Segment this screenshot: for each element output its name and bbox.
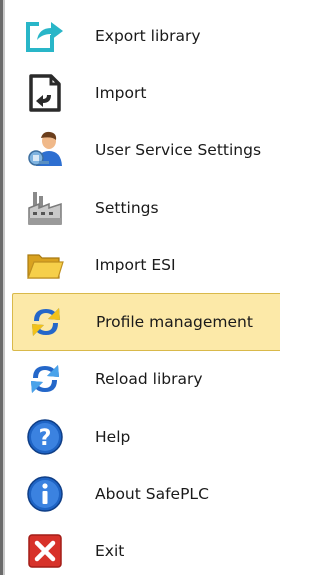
menu-item-export-library[interactable]: Export library: [12, 7, 280, 64]
file-menu: Export library Import User Service Setti…: [12, 7, 280, 580]
menu-item-import-esi[interactable]: Import ESI: [12, 236, 280, 293]
menu-item-profile-management[interactable]: Profile management: [12, 293, 280, 351]
menu-item-exit[interactable]: Exit: [12, 523, 280, 580]
menu-item-label: About SafePLC: [95, 485, 209, 504]
folder-icon: [25, 245, 65, 285]
menu-item-settings[interactable]: Settings: [12, 179, 280, 236]
export-library-icon: [25, 16, 65, 56]
settings-factory-icon: [25, 188, 65, 228]
menu-item-label: Exit: [95, 542, 125, 561]
refresh-arrows-icon: [26, 302, 66, 342]
help-icon: ?: [25, 417, 65, 457]
menu-item-label: Settings: [95, 198, 159, 217]
menu-item-label: Reload library: [95, 370, 203, 389]
svg-text:?: ?: [39, 426, 52, 451]
menu-item-label: Import ESI: [95, 255, 176, 274]
user-service-settings-icon: [25, 130, 65, 170]
import-icon: [25, 73, 65, 113]
menu-item-label: Profile management: [96, 313, 253, 332]
menu-item-label: Import: [95, 83, 147, 102]
exit-icon: [25, 531, 65, 571]
menu-item-about-safeplc[interactable]: About SafePLC: [12, 465, 280, 522]
window-left-edge: [0, 0, 7, 575]
menu-item-label: Help: [95, 427, 131, 446]
menu-item-label: Export library: [95, 26, 201, 45]
menu-item-reload-library[interactable]: Reload library: [12, 351, 280, 408]
menu-item-label: User Service Settings: [95, 141, 262, 160]
menu-item-help[interactable]: ? Help: [12, 408, 280, 465]
menu-item-user-service-settings[interactable]: User Service Settings: [12, 122, 280, 179]
info-icon: [25, 474, 65, 514]
menu-item-import[interactable]: Import: [12, 64, 280, 121]
refresh-arrows-icon: [25, 359, 65, 399]
